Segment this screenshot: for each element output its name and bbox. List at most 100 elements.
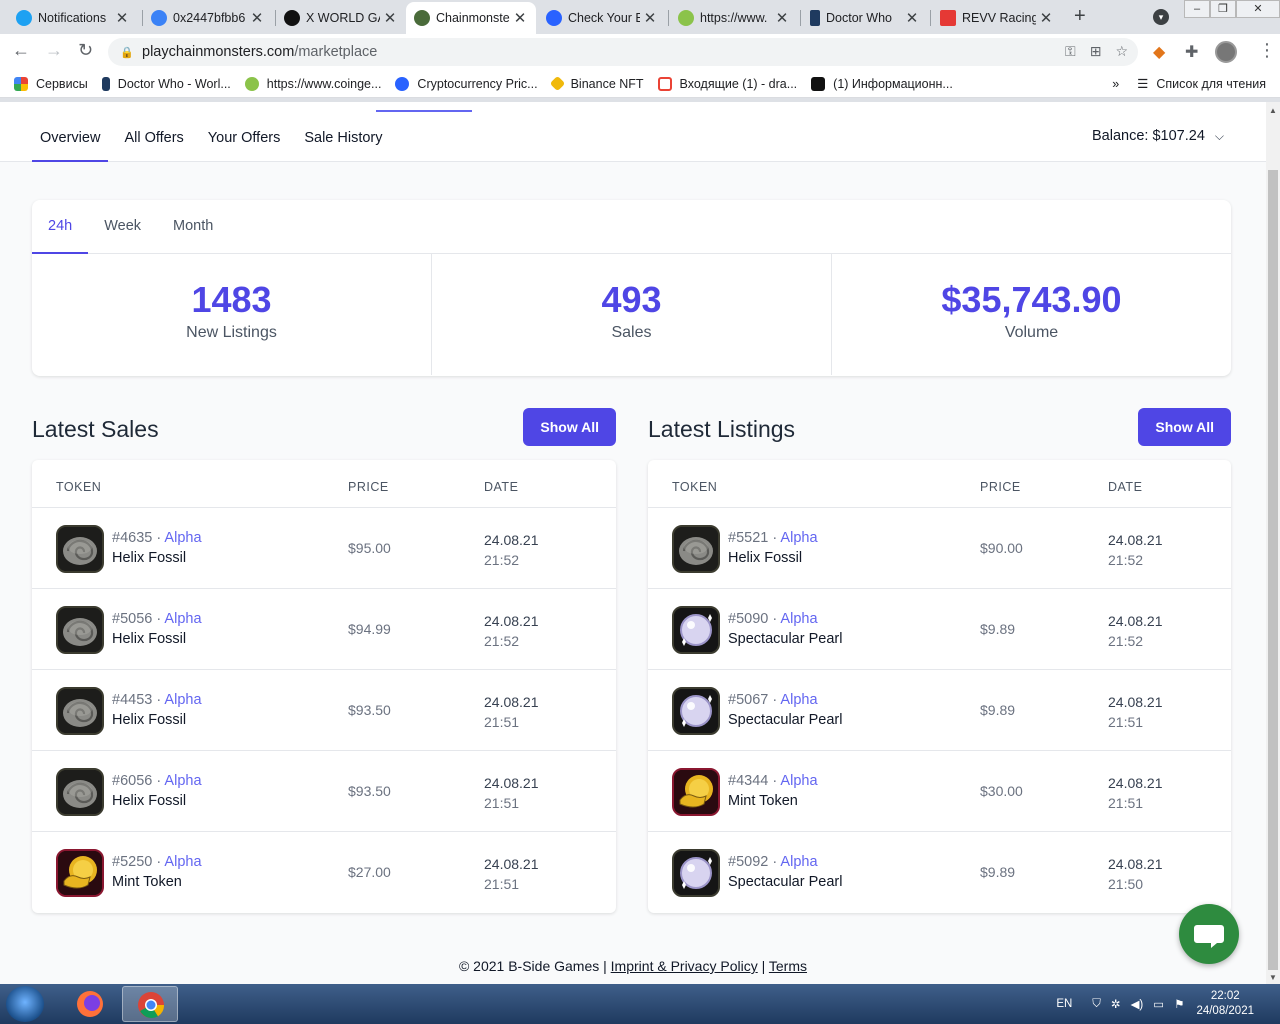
token-image[interactable] (672, 687, 720, 735)
bookmark-item[interactable]: https://www.coinge... (244, 76, 381, 91)
key-icon[interactable]: ⚿ (1065, 43, 1076, 60)
bookmark-item[interactable]: (1) Информационн... (811, 76, 953, 91)
browser-tab[interactable]: X WORLD GA ✕ (276, 2, 406, 34)
reading-list[interactable]: Список для чтения (1156, 77, 1266, 91)
language-indicator[interactable]: EN (1056, 998, 1072, 1010)
token-image[interactable] (56, 525, 104, 573)
maximize-icon[interactable]: ❐ (1210, 0, 1236, 18)
star-icon[interactable]: ☆ (1115, 43, 1128, 60)
table-row[interactable]: #5067 · Alpha Spectacular Pearl $9.89 24.08… (648, 670, 1231, 751)
table-row[interactable]: #4635 · Alpha Helix Fossil $95.00 24.08.21 2… (32, 508, 616, 589)
token-name[interactable]: Helix Fossil (112, 550, 186, 566)
display-icon[interactable]: ▭ (1153, 997, 1164, 1011)
show-all-listings-button[interactable]: Show All (1138, 408, 1231, 446)
token-image[interactable] (672, 849, 720, 897)
close-tab-icon[interactable]: ✕ (114, 9, 130, 27)
bookmark-item[interactable]: Doctor Who - Worl... (101, 76, 231, 91)
more-bookmarks-icon[interactable]: » (1112, 77, 1119, 91)
close-tab-icon[interactable]: ✕ (249, 9, 265, 27)
browser-tab[interactable]: 0x2447bfbb6 ✕ (143, 2, 273, 34)
bookmark-item[interactable]: Cryptocurrency Pric... (395, 76, 538, 91)
token-image[interactable] (672, 525, 720, 573)
table-row[interactable]: #5521 · Alpha Helix Fossil $90.00 24.08.21 2… (648, 508, 1231, 589)
close-window-icon[interactable]: ✕ (1236, 0, 1280, 18)
table-row[interactable]: #5092 · Alpha Spectacular Pearl $9.89 24.08… (648, 832, 1231, 913)
table-row[interactable]: #4344 · Alpha Mint Token $30.00 24.08.21 21:… (648, 751, 1231, 832)
rarity-link[interactable]: Alpha (164, 854, 201, 870)
back-icon[interactable]: ← (12, 40, 30, 61)
rarity-link[interactable]: Alpha (780, 773, 817, 789)
page-scrollbar[interactable]: ▲ ▼ (1266, 102, 1280, 984)
rarity-link[interactable]: Alpha (780, 692, 817, 708)
network-tray-icon[interactable]: ✲ (1111, 997, 1121, 1011)
bookmark-item[interactable]: Входящие (1) - dra... (657, 76, 797, 91)
reading-list-icon[interactable]: ☰ (1137, 76, 1148, 91)
tab-all-offers[interactable]: All Offers (116, 116, 191, 162)
token-name[interactable]: Spectacular Pearl (728, 874, 842, 890)
tab-overview[interactable]: Overview (32, 116, 109, 162)
close-tab-icon[interactable]: ✕ (774, 9, 790, 27)
token-name[interactable]: Mint Token (112, 874, 182, 890)
rarity-link[interactable]: Alpha (780, 530, 817, 546)
browser-tab[interactable]: REVV Racing ✕ (932, 2, 1062, 34)
token-name[interactable]: Spectacular Pearl (728, 631, 842, 647)
flag-icon[interactable]: ⚑ (1174, 997, 1184, 1011)
period-tab-week[interactable]: Week (88, 200, 157, 254)
scroll-up-icon[interactable]: ▲ (1269, 106, 1277, 115)
token-name[interactable]: Mint Token (728, 793, 798, 809)
profile-avatar[interactable] (1215, 41, 1237, 63)
rarity-link[interactable]: Alpha (164, 530, 201, 546)
tab-sale-history[interactable]: Sale History (296, 116, 390, 162)
browser-tab[interactable]: Check Your E ✕ (538, 2, 666, 34)
token-image[interactable] (56, 849, 104, 897)
table-row[interactable]: #4453 · Alpha Helix Fossil $93.50 24.08.21 2… (32, 670, 616, 751)
chrome-taskbar-button[interactable] (122, 986, 178, 1022)
token-name[interactable]: Spectacular Pearl (728, 712, 842, 728)
table-row[interactable]: #5090 · Alpha Spectacular Pearl $9.89 24.08… (648, 589, 1231, 670)
menu-icon[interactable]: ⋮ (1258, 40, 1276, 61)
scroll-thumb[interactable] (1268, 170, 1278, 970)
period-tab-month[interactable]: Month (157, 200, 229, 254)
table-row[interactable]: #5056 · Alpha Helix Fossil $94.99 24.08.21 2… (32, 589, 616, 670)
forward-icon[interactable]: → (45, 40, 63, 61)
new-tab-icon[interactable]: + (1074, 5, 1086, 28)
token-name[interactable]: Helix Fossil (112, 793, 186, 809)
clock[interactable]: 22:02 24/08/2021 (1196, 989, 1254, 1019)
token-image[interactable] (672, 606, 720, 654)
browser-tab-active[interactable]: Chainmonste ✕ (406, 2, 536, 34)
rarity-link[interactable]: Alpha (164, 773, 201, 789)
bookmark-item[interactable]: Сервисы (14, 76, 88, 91)
token-image[interactable] (56, 606, 104, 654)
show-all-sales-button[interactable]: Show All (523, 408, 616, 446)
translate-icon[interactable]: ⊞ (1090, 43, 1102, 60)
close-tab-icon[interactable]: ✕ (1038, 9, 1054, 27)
rarity-link[interactable]: Alpha (780, 854, 817, 870)
token-name[interactable]: Helix Fossil (728, 550, 802, 566)
token-image[interactable] (56, 687, 104, 735)
imprint-link[interactable]: Imprint & Privacy Policy (611, 958, 758, 974)
balance-dropdown[interactable]: Balance: $107.24 ⌵ (1092, 128, 1224, 144)
rarity-link[interactable]: Alpha (164, 611, 201, 627)
browser-tab[interactable]: https://www. ✕ (670, 2, 798, 34)
volume-icon[interactable]: ◀) (1131, 997, 1144, 1011)
token-name[interactable]: Helix Fossil (112, 712, 186, 728)
close-tab-icon[interactable]: ✕ (512, 9, 528, 27)
address-bar[interactable]: 🔒 playchainmonsters.com/marketplace ⚿ ⊞ … (108, 38, 1138, 66)
close-tab-icon[interactable]: ✕ (382, 9, 398, 27)
token-image[interactable] (56, 768, 104, 816)
scroll-down-icon[interactable]: ▼ (1269, 973, 1277, 982)
table-row[interactable]: #5250 · Alpha Mint Token $27.00 24.08.21 21:… (32, 832, 616, 913)
firefox-taskbar-button[interactable] (62, 986, 118, 1022)
start-button[interactable] (6, 986, 44, 1022)
metamask-icon[interactable]: ◆ (1153, 42, 1165, 62)
shield-icon[interactable]: ⛉ (1092, 998, 1101, 1011)
close-tab-icon[interactable]: ✕ (642, 9, 658, 27)
tab-your-offers[interactable]: Your Offers (200, 116, 289, 162)
bookmark-item[interactable]: Binance NFT (549, 75, 644, 92)
close-tab-icon[interactable]: ✕ (904, 9, 920, 27)
terms-link[interactable]: Terms (769, 958, 807, 974)
tab-search-icon[interactable]: ▾ (1153, 9, 1169, 25)
chat-button[interactable] (1179, 904, 1239, 964)
browser-tab[interactable]: Notifications ✕ (8, 2, 138, 34)
token-image[interactable] (672, 768, 720, 816)
